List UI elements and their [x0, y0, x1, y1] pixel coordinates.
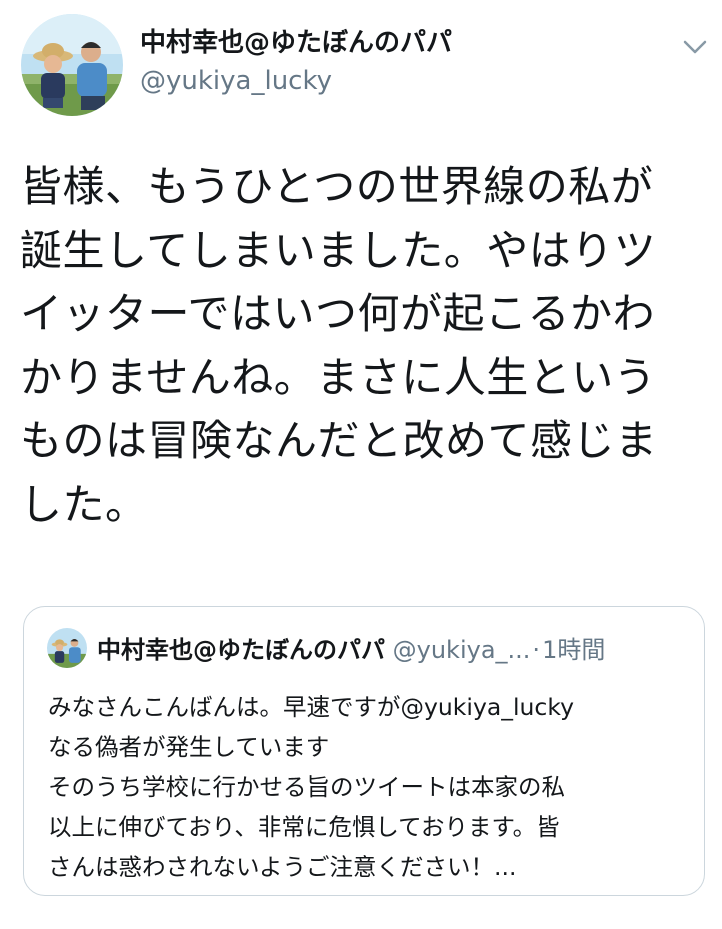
author-avatar[interactable] — [21, 14, 123, 116]
tweet-text-line: 皆様、もうひとつの世界線の私が — [20, 162, 654, 211]
author-handle[interactable]: @yukiya_lucky — [140, 64, 332, 98]
tweet-text-line: した。 — [20, 479, 148, 529]
tweet-container: 中村幸也@ゆたぼんのパパ @yukiya_lucky 皆様、もうひとつの世界線の… — [0, 0, 722, 929]
quoted-tweet-text: みなさんこんばんは。早速ですが@yukiya_lucky なる偽者が発生していま… — [48, 687, 698, 887]
tweet-text-line: かりませんね。まさに人生という — [20, 352, 657, 402]
tweet-text: 皆様、もうひとつの世界線の私が 誕生してしまいました。やはりツ イッターではいつ… — [20, 155, 710, 536]
quoted-tweet-card[interactable]: 中村幸也@ゆたぼんのパパ @yukiya_...·1時間 みなさんこんばんは。早… — [23, 606, 705, 896]
quoted-text-line: そのうち学校に行かせる旨のツイートは本家の私 — [48, 773, 565, 801]
tweet-text-line: ものは冒険なんだと改めて感じま — [20, 416, 658, 465]
quoted-text-line: なる偽者が発生しています — [48, 733, 330, 761]
quoted-author-display-name: 中村幸也@ゆたぼんのパパ — [97, 636, 385, 664]
quoted-text-line: 以上に伸びており、非常に危惧しております。皆 — [48, 813, 560, 841]
quoted-text-line: みなさんこんばんは。早速ですが@yukiya_lucky — [48, 693, 575, 721]
tweet-text-line: 誕生してしまいました。やはりツ — [20, 225, 657, 275]
quoted-author-handle: @yukiya_... — [392, 636, 531, 664]
quoted-text-line: さんは惑わされないようご注意ください！... — [48, 853, 517, 881]
author-display-name[interactable]: 中村幸也@ゆたぼんのパパ — [140, 26, 452, 60]
tweet-text-line: イッターではいつ何が起こるかわ — [20, 289, 655, 338]
quoted-timestamp: 1時間 — [542, 636, 606, 664]
quoted-author-avatar — [47, 628, 87, 668]
quoted-separator: · — [532, 636, 541, 664]
quoted-tweet-header: 中村幸也@ゆたぼんのパパ @yukiya_...·1時間 — [97, 634, 605, 666]
chevron-down-icon[interactable] — [682, 36, 708, 58]
